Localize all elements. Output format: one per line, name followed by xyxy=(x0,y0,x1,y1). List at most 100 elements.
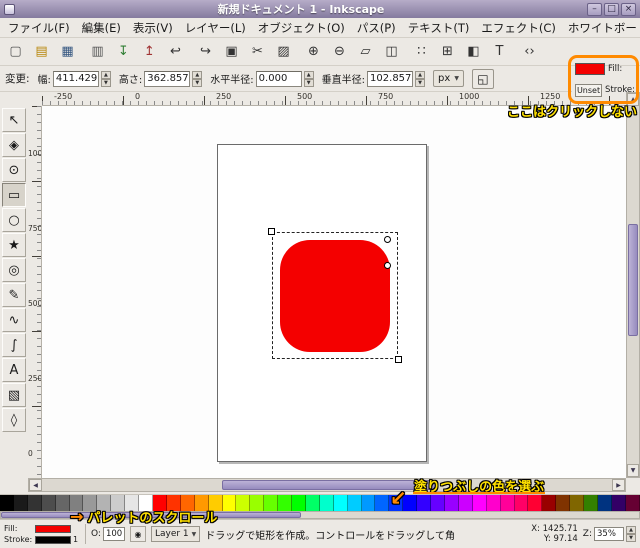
palette-swatch-#00ffff[interactable] xyxy=(333,495,348,511)
spin-up-icon[interactable]: ▲ xyxy=(303,70,314,79)
menu-item-path[interactable]: パス(P) xyxy=(351,19,402,37)
palette-swatch-#ff3300[interactable] xyxy=(166,495,181,511)
menu-item-edit[interactable]: 編集(E) xyxy=(76,19,127,37)
palette-swatch-#330066[interactable] xyxy=(611,495,626,511)
zoom-spin-buttons[interactable]: ▲ ▼ xyxy=(626,526,636,542)
palette-swatch-#cccccc[interactable] xyxy=(111,495,126,511)
palette-swatch-#ff00cc[interactable] xyxy=(486,495,501,511)
tool-button-rectangle[interactable]: ▭ xyxy=(2,183,26,207)
field-input-width[interactable]: 411.429 xyxy=(52,70,99,87)
spin-down-icon[interactable]: ▼ xyxy=(303,78,314,87)
palette-swatch-#1a1a1a[interactable] xyxy=(13,495,28,511)
palette-swatch-#6600ff[interactable] xyxy=(431,495,445,511)
toolbar-button-zoom-in[interactable]: ⊕ xyxy=(301,40,326,64)
toolbar-button-undo[interactable]: ↩ xyxy=(163,40,188,64)
spin-up-icon[interactable]: ▲ xyxy=(100,70,111,79)
horizontal-ruler[interactable]: -250 0 250 500 750 1000 1250 xyxy=(42,92,626,106)
tool-button-star[interactable]: ★ xyxy=(2,233,26,257)
toolbar-button-zoom-drawing[interactable]: ◫ xyxy=(379,40,404,64)
corner-radius-handle-ry[interactable] xyxy=(384,262,391,269)
toolbar-button-open-document[interactable]: ▤ xyxy=(29,40,54,64)
field-input-ry[interactable]: 102.857 xyxy=(367,70,414,87)
stroke-color-swatch[interactable] xyxy=(35,535,71,544)
palette-swatch-#666666[interactable] xyxy=(55,495,70,511)
toolbar-button-copy[interactable]: ▣ xyxy=(219,40,244,64)
toolbar-button-duplicate[interactable]: ∷ xyxy=(409,40,434,64)
titlebar[interactable]: 新規ドキュメント 1 - Inkscape – □ × xyxy=(0,0,640,18)
palette-swatch-#000000[interactable] xyxy=(0,495,14,511)
tool-button-zoom[interactable]: ⊙ xyxy=(2,158,26,182)
menu-item-whiteboard[interactable]: ホワイトボード(B) xyxy=(562,19,640,37)
tool-button-pencil[interactable]: ✎ xyxy=(2,283,26,307)
close-button[interactable]: × xyxy=(621,2,636,16)
toolbar-button-save-document[interactable]: ▦ xyxy=(55,40,80,64)
toolbar-button-group[interactable]: ⊞ xyxy=(435,40,460,64)
spin-up-icon[interactable]: ▲ xyxy=(192,70,203,79)
menu-item-layer[interactable]: レイヤー(L) xyxy=(179,19,252,37)
spin-down-icon[interactable]: ▼ xyxy=(100,78,111,87)
scroll-down-icon[interactable]: ▼ xyxy=(627,464,639,477)
toolbar-button-zoom-page[interactable]: ▱ xyxy=(353,40,378,64)
palette-swatch-#ff9900[interactable] xyxy=(194,495,209,511)
toolbar-button-export[interactable]: ↥ xyxy=(137,40,162,64)
palette-swatch-#ff6600[interactable] xyxy=(180,495,195,511)
spin-down-icon[interactable]: ▼ xyxy=(626,534,636,542)
stroke-unset-value[interactable]: Unset xyxy=(575,83,603,97)
layer-selector[interactable]: Layer 1 ▼ xyxy=(150,526,201,542)
toolbar-button-xml-editor[interactable]: ‹› xyxy=(517,40,542,64)
vertical-scroll-track[interactable] xyxy=(627,106,639,464)
vertical-scrollbar[interactable]: ▲ ▼ xyxy=(626,92,640,478)
palette-swatch-#ff0099[interactable] xyxy=(500,495,515,511)
fill-swatch[interactable] xyxy=(575,63,605,76)
palette-swatch-#99ff00[interactable] xyxy=(250,495,265,511)
palette-swatch-#ffff00[interactable] xyxy=(222,495,237,511)
palette-scrollbar[interactable] xyxy=(0,511,640,519)
maximize-button[interactable]: □ xyxy=(604,2,619,16)
tool-button-selector[interactable]: ↖ xyxy=(2,108,26,132)
palette-swatch-#cc00ff[interactable] xyxy=(458,495,473,511)
resize-handle-top-left[interactable] xyxy=(268,228,275,235)
palette-swatch-#3300ff[interactable] xyxy=(417,495,432,511)
palette-swatch-#660033[interactable] xyxy=(625,495,640,511)
tool-button-calligraphy[interactable]: ∫ xyxy=(2,333,26,357)
spin-down-icon[interactable]: ▼ xyxy=(192,78,203,87)
field-input-rx[interactable]: 0.000 xyxy=(255,70,302,87)
toolbar-button-zoom-out[interactable]: ⊖ xyxy=(327,40,352,64)
units-dropdown[interactable]: px ▼ xyxy=(433,70,464,87)
spin-down-icon[interactable]: ▼ xyxy=(415,78,426,87)
palette-swatch-#ff0000[interactable] xyxy=(152,495,167,511)
palette-swatch-#ff0033[interactable] xyxy=(528,495,543,511)
layer-visibility-eye-icon[interactable]: ◉ xyxy=(129,526,146,542)
minimize-button[interactable]: – xyxy=(587,2,602,16)
palette-swatch-#ccff00[interactable] xyxy=(236,495,251,511)
horizontal-scrollbar[interactable]: ◀ ▶ xyxy=(28,478,626,492)
horizontal-scroll-thumb[interactable] xyxy=(222,480,437,490)
tool-button-text[interactable]: A xyxy=(2,358,26,382)
toolbar-button-print-document[interactable]: ▥ xyxy=(85,40,110,64)
palette-swatch-#338000[interactable] xyxy=(584,495,598,511)
palette-swatch-#0099ff[interactable] xyxy=(361,495,376,511)
spin-buttons[interactable]: ▲ ▼ xyxy=(100,70,111,87)
palette-swatch-#00ff00[interactable] xyxy=(292,495,306,511)
spin-buttons[interactable]: ▲ ▼ xyxy=(415,70,426,87)
palette-scroll-thumb[interactable] xyxy=(1,512,301,518)
menu-item-view[interactable]: 表示(V) xyxy=(127,19,179,37)
palette-swatch-#999999[interactable] xyxy=(83,495,98,511)
tool-button-gradient[interactable]: ▧ xyxy=(2,383,26,407)
palette-swatch-#ff00ff[interactable] xyxy=(472,495,487,511)
field-input-height[interactable]: 362.857 xyxy=(144,70,191,87)
menu-item-text[interactable]: テキスト(T) xyxy=(402,19,476,37)
zoom-input[interactable]: 35% xyxy=(594,527,624,541)
palette-swatch-#9900ff[interactable] xyxy=(445,495,459,511)
palette-swatch-#0000ff[interactable] xyxy=(403,495,418,511)
palette-swatch-#b3b3b3[interactable] xyxy=(97,495,112,511)
corner-radius-handle-rx[interactable] xyxy=(384,236,391,243)
palette-swatch-#66ff00[interactable] xyxy=(264,495,279,511)
tool-button-ellipse[interactable]: ○ xyxy=(2,208,26,232)
resize-handle-bottom-right[interactable] xyxy=(395,356,402,363)
spin-buttons[interactable]: ▲ ▼ xyxy=(303,70,314,87)
palette-swatch-#00ff66[interactable] xyxy=(305,495,320,511)
palette-swatch-#003380[interactable] xyxy=(597,495,612,511)
toolbar-button-text-dialog[interactable]: T xyxy=(487,40,512,64)
spin-buttons[interactable]: ▲ ▼ xyxy=(192,70,203,87)
